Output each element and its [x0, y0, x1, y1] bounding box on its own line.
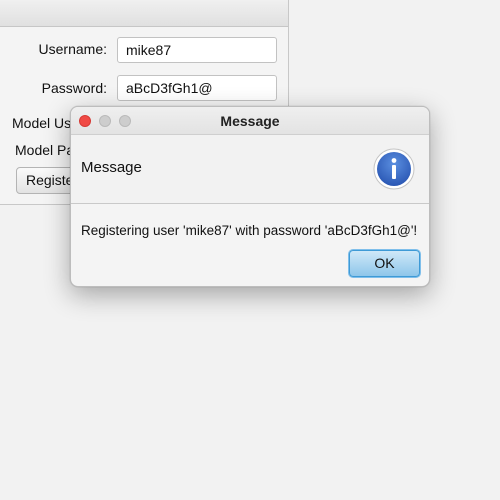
password-field[interactable]: aBcD3fGh1@ — [117, 75, 277, 101]
password-label: Password: — [41, 80, 107, 96]
message-dialog: Message Message Registering user 'mike87… — [70, 106, 430, 287]
info-icon — [373, 148, 415, 190]
dialog-header-text: Message — [81, 159, 142, 176]
dialog-titlebar[interactable]: Message — [71, 107, 429, 135]
username-label: Username: — [38, 41, 107, 57]
ok-button[interactable]: OK — [349, 250, 420, 277]
username-field[interactable]: mike87 — [117, 37, 277, 63]
dialog-header: Message — [71, 135, 429, 204]
dialog-title: Message — [220, 113, 280, 129]
registration-window-titlebar[interactable] — [0, 0, 288, 27]
dialog-message: Registering user 'mike87' with password … — [81, 223, 418, 238]
